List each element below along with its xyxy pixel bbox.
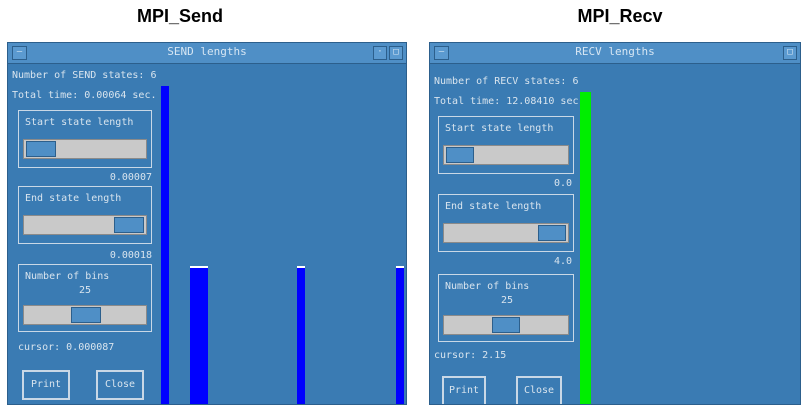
maximize-icon[interactable]: □ bbox=[783, 46, 797, 60]
end-state-group: End state length bbox=[18, 186, 152, 244]
cursor-readout: cursor: 2.15 bbox=[434, 350, 507, 361]
bins-value: 25 bbox=[79, 285, 92, 296]
bins-slider-thumb[interactable] bbox=[492, 317, 520, 333]
end-state-slider-thumb[interactable] bbox=[538, 225, 566, 241]
caption-mpi-recv: MPI_Recv bbox=[577, 6, 663, 26]
bins-label: Number of bins bbox=[445, 281, 530, 292]
end-state-slider[interactable] bbox=[443, 223, 569, 243]
control-panel: Number of SEND states: 6 Total time: 0.0… bbox=[8, 64, 158, 404]
start-state-label: Start state length bbox=[445, 123, 554, 134]
close-button[interactable]: Close bbox=[516, 376, 562, 404]
states-count-label: Number of SEND states: 6 bbox=[12, 70, 157, 81]
start-state-slider[interactable] bbox=[443, 145, 569, 165]
start-state-slider-thumb[interactable] bbox=[446, 147, 474, 163]
start-state-group: Start state length bbox=[18, 110, 152, 168]
window-title: RECV lengths bbox=[575, 45, 655, 58]
minimize-icon[interactable]: · bbox=[373, 46, 387, 60]
end-state-group: End state length bbox=[438, 194, 574, 252]
histogram-bar bbox=[190, 266, 208, 404]
total-time-label: Total time: 12.08410 sec. bbox=[434, 96, 585, 107]
bins-group: Number of bins 25 bbox=[18, 264, 152, 332]
bins-group: Number of bins 25 bbox=[438, 274, 574, 342]
total-time-label: Total time: 0.00064 sec. bbox=[12, 90, 157, 101]
bins-label: Number of bins bbox=[25, 271, 110, 282]
window-title: SEND lengths bbox=[167, 45, 247, 58]
bins-value: 25 bbox=[501, 295, 514, 306]
states-count-label: Number of RECV states: 6 bbox=[434, 76, 579, 87]
start-state-slider-thumb[interactable] bbox=[26, 141, 56, 157]
histogram-bar bbox=[580, 92, 591, 404]
recv-lengths-window: – RECV lengths □ Number of RECV states: … bbox=[429, 42, 801, 405]
end-state-label: End state length bbox=[25, 193, 122, 204]
end-state-value: 4.0 bbox=[553, 256, 572, 267]
print-button[interactable]: Print bbox=[22, 370, 70, 400]
start-state-label: Start state length bbox=[25, 117, 134, 128]
start-state-slider[interactable] bbox=[23, 139, 147, 159]
end-state-slider[interactable] bbox=[23, 215, 147, 235]
start-state-value: 0.0 bbox=[553, 178, 572, 189]
title-bar[interactable]: – RECV lengths □ bbox=[430, 43, 800, 64]
end-state-label: End state length bbox=[445, 201, 542, 212]
bins-slider[interactable] bbox=[23, 305, 147, 325]
cursor-readout: cursor: 0.000087 bbox=[18, 342, 115, 353]
bins-slider[interactable] bbox=[443, 315, 569, 335]
caption-mpi-send: MPI_Send bbox=[136, 6, 224, 26]
start-state-group: Start state length bbox=[438, 116, 574, 174]
send-lengths-window: – SEND lengths · □ Number of SEND states… bbox=[7, 42, 407, 405]
title-bar[interactable]: – SEND lengths · □ bbox=[8, 43, 406, 64]
end-state-slider-thumb[interactable] bbox=[114, 217, 144, 233]
start-state-value: 0.00007 bbox=[109, 172, 152, 183]
histogram-bar bbox=[297, 266, 305, 404]
maximize-icon[interactable]: □ bbox=[389, 46, 403, 60]
close-button[interactable]: Close bbox=[96, 370, 144, 400]
end-state-value: 0.00018 bbox=[109, 250, 152, 261]
histogram-bar bbox=[161, 86, 169, 404]
control-panel: Number of RECV states: 6 Total time: 12.… bbox=[430, 64, 585, 404]
bins-slider-thumb[interactable] bbox=[71, 307, 101, 323]
histogram-plot[interactable] bbox=[578, 64, 800, 404]
histogram-plot[interactable] bbox=[158, 64, 406, 404]
print-button[interactable]: Print bbox=[442, 376, 486, 404]
histogram-bar bbox=[396, 266, 404, 404]
